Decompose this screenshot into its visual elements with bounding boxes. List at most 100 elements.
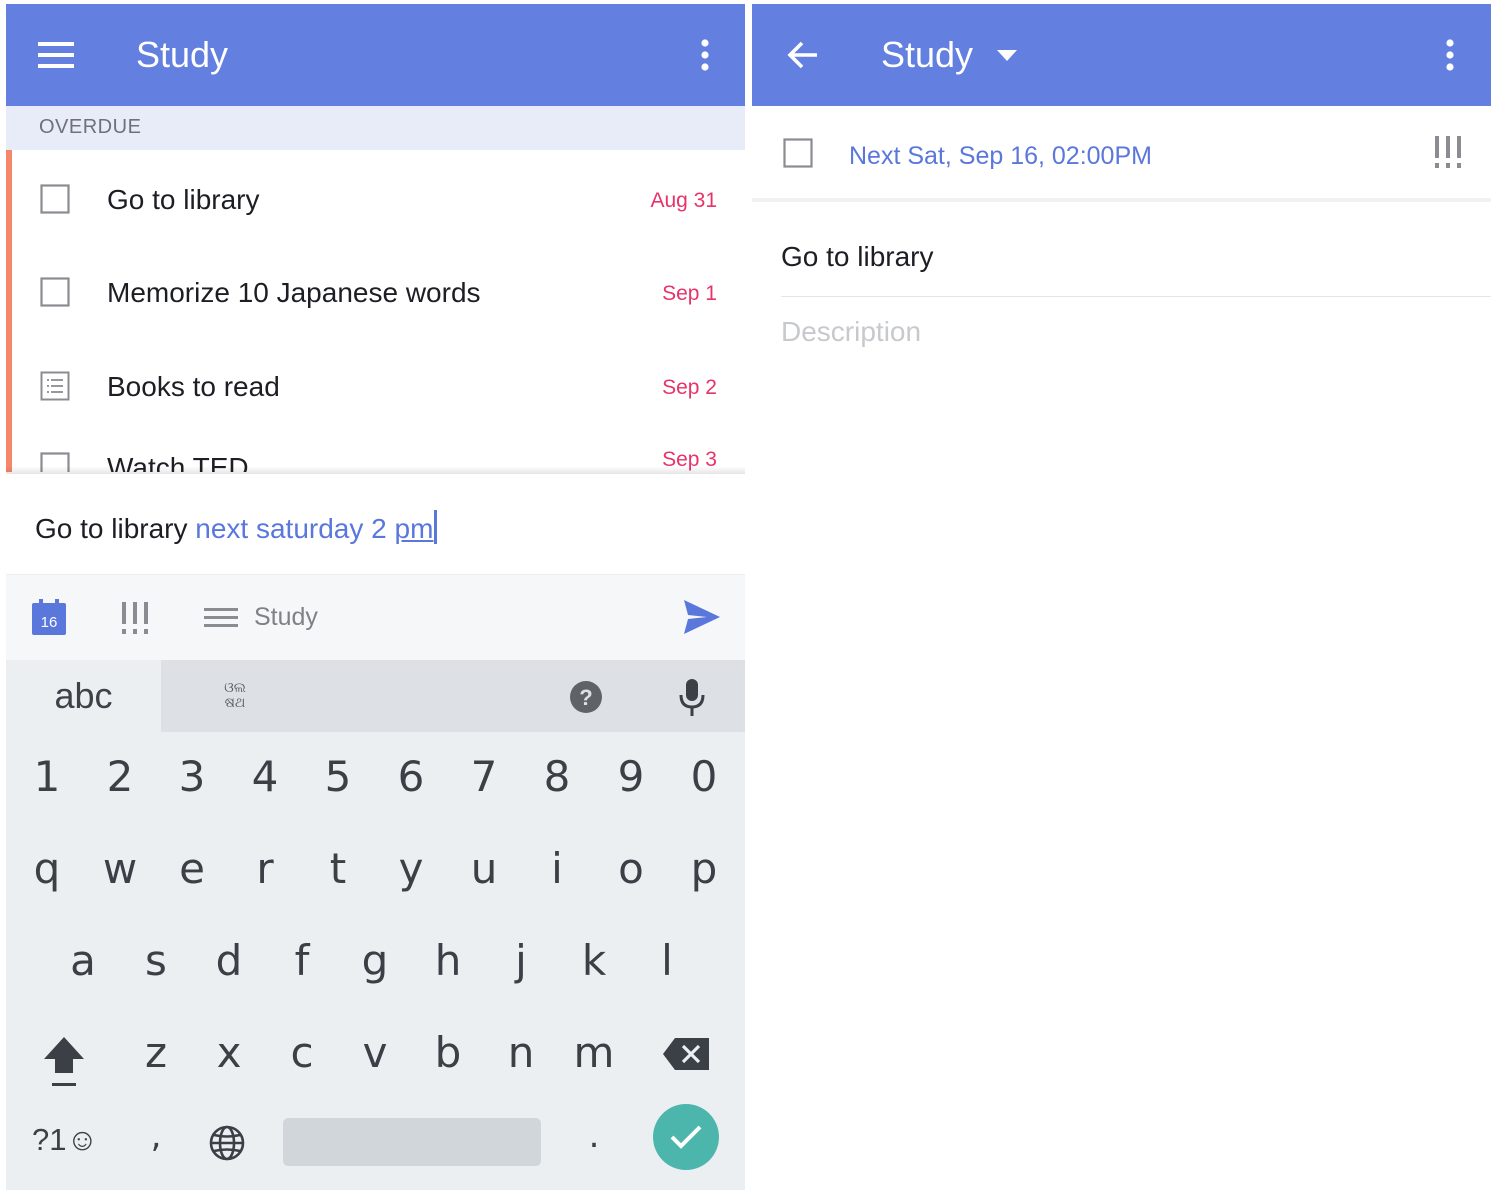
- task-title-field[interactable]: Go to library: [781, 241, 934, 273]
- app-bar: Study: [6, 4, 745, 106]
- task-name: Go to library: [107, 184, 260, 215]
- key-comma[interactable]: ,: [126, 1116, 186, 1156]
- task-row[interactable]: Memorize 10 Japanese words Sep 1: [6, 263, 745, 323]
- back-arrow-icon[interactable]: [786, 38, 820, 72]
- task-due-date: Aug 31: [650, 189, 717, 212]
- key-0[interactable]: 0: [674, 752, 734, 801]
- list-shadow: [6, 466, 745, 474]
- key-q[interactable]: q: [17, 844, 77, 893]
- quick-add-text[interactable]: Go to library next saturday 2 pm: [35, 510, 438, 545]
- key-y[interactable]: y: [381, 844, 441, 893]
- key-2[interactable]: 2: [90, 752, 150, 801]
- enter-button[interactable]: [653, 1104, 719, 1170]
- key-l[interactable]: l: [637, 936, 697, 985]
- key-3[interactable]: 3: [162, 752, 222, 801]
- help-icon[interactable]: ?: [569, 680, 603, 714]
- due-date-row: Next Sat, Sep 16, 02:00PM: [752, 106, 1491, 202]
- key-b[interactable]: b: [418, 1028, 478, 1077]
- key-p[interactable]: p: [674, 844, 734, 893]
- input-parsed-time: pm: [394, 513, 434, 544]
- key-w[interactable]: w: [90, 844, 150, 893]
- task-name: Books to read: [107, 371, 280, 402]
- key-7[interactable]: 7: [454, 752, 514, 801]
- task-due-date: Sep 2: [662, 376, 717, 399]
- key-r[interactable]: r: [235, 844, 295, 893]
- svg-text:?: ?: [579, 685, 592, 710]
- description-field[interactable]: Description: [781, 316, 921, 348]
- checkbox-icon[interactable]: [783, 138, 813, 168]
- key-9[interactable]: 9: [601, 752, 661, 801]
- key-f[interactable]: f: [272, 936, 332, 985]
- task-due-date: Sep 1: [662, 282, 717, 305]
- dropdown-arrow-icon[interactable]: [996, 48, 1018, 62]
- key-5[interactable]: 5: [308, 752, 368, 801]
- key-d[interactable]: d: [199, 936, 259, 985]
- space-bar[interactable]: [283, 1118, 541, 1166]
- quick-add-toolbar: 16 Study: [6, 574, 745, 660]
- key-v[interactable]: v: [345, 1028, 405, 1077]
- task-list-screen: Study OVERDUE Go to library Aug 31 Memor…: [6, 4, 745, 1190]
- key-c[interactable]: c: [272, 1028, 332, 1077]
- key-u[interactable]: u: [454, 844, 514, 893]
- menu-icon[interactable]: [36, 38, 76, 72]
- key-8[interactable]: 8: [527, 752, 587, 801]
- symbols-key[interactable]: ?1☺: [32, 1122, 98, 1158]
- quick-add-input[interactable]: Go to library next saturday 2 pm: [6, 474, 745, 574]
- priority-icon[interactable]: [118, 601, 152, 635]
- checkbox-icon[interactable]: [40, 277, 70, 307]
- overflow-menu-icon[interactable]: [1435, 34, 1465, 76]
- shift-icon[interactable]: [42, 1034, 86, 1090]
- backspace-icon[interactable]: [662, 1036, 710, 1072]
- key-s[interactable]: s: [126, 936, 186, 985]
- keyboard-tab-language[interactable]: ଓଲ ଷଥ: [218, 678, 252, 710]
- key-h[interactable]: h: [418, 936, 478, 985]
- calendar-day: 16: [41, 614, 58, 631]
- overflow-menu-icon[interactable]: [690, 34, 720, 76]
- checkbox-icon[interactable]: [40, 184, 70, 214]
- key-4[interactable]: 4: [235, 752, 295, 801]
- key-t[interactable]: t: [308, 844, 368, 893]
- project-label[interactable]: Study: [254, 603, 318, 632]
- task-list: Go to library Aug 31 Memorize 10 Japanes…: [6, 150, 745, 472]
- project-selector-title[interactable]: Study: [881, 34, 973, 76]
- task-row[interactable]: Books to read Sep 2: [6, 357, 745, 417]
- task-name: Memorize 10 Japanese words: [107, 277, 481, 308]
- key-i[interactable]: i: [527, 844, 587, 893]
- input-plain-text: Go to library: [35, 513, 196, 544]
- input-parsed-date: next saturday 2: [195, 513, 395, 544]
- calendar-icon[interactable]: 16: [32, 599, 66, 635]
- key-x[interactable]: x: [199, 1028, 259, 1077]
- text-caret: [434, 510, 438, 544]
- due-date[interactable]: Next Sat, Sep 16, 02:00PM: [849, 142, 1152, 171]
- list-title: Study: [136, 34, 229, 75]
- priority-icon[interactable]: [1433, 136, 1463, 173]
- project-list-icon[interactable]: [204, 605, 238, 631]
- divider: [781, 296, 1491, 297]
- checkmark-icon: [670, 1125, 702, 1149]
- on-screen-keyboard: abc ଓଲ ଷଥ ? 1 2 3 4 5 6 7 8 9 0 q w e r t…: [6, 660, 745, 1190]
- svg-text:ଷଥ: ଷଥ: [225, 695, 246, 710]
- globe-icon[interactable]: [208, 1124, 246, 1162]
- key-period[interactable]: .: [564, 1116, 624, 1156]
- checklist-icon[interactable]: [40, 371, 70, 401]
- keyboard-top-bar: abc ଓଲ ଷଥ ?: [6, 660, 745, 732]
- key-n[interactable]: n: [491, 1028, 551, 1077]
- section-header-overdue: OVERDUE: [6, 106, 745, 150]
- svg-text:ଓଲ: ଓଲ: [224, 680, 246, 696]
- key-1[interactable]: 1: [17, 752, 77, 801]
- key-m[interactable]: m: [564, 1028, 624, 1077]
- key-o[interactable]: o: [601, 844, 661, 893]
- app-bar: Study: [752, 4, 1491, 106]
- key-g[interactable]: g: [345, 936, 405, 985]
- key-e[interactable]: e: [162, 844, 222, 893]
- key-a[interactable]: a: [53, 936, 113, 985]
- key-z[interactable]: z: [126, 1028, 186, 1077]
- key-6[interactable]: 6: [381, 752, 441, 801]
- keyboard-tab-abc[interactable]: abc: [6, 660, 161, 732]
- key-k[interactable]: k: [564, 936, 624, 985]
- send-icon[interactable]: [682, 597, 722, 637]
- microphone-icon[interactable]: [676, 678, 708, 718]
- task-detail-screen: Study Next Sat, Sep 16, 02:00PM Go to li…: [752, 4, 1491, 1190]
- key-j[interactable]: j: [491, 936, 551, 985]
- task-row[interactable]: Go to library Aug 31: [6, 170, 745, 230]
